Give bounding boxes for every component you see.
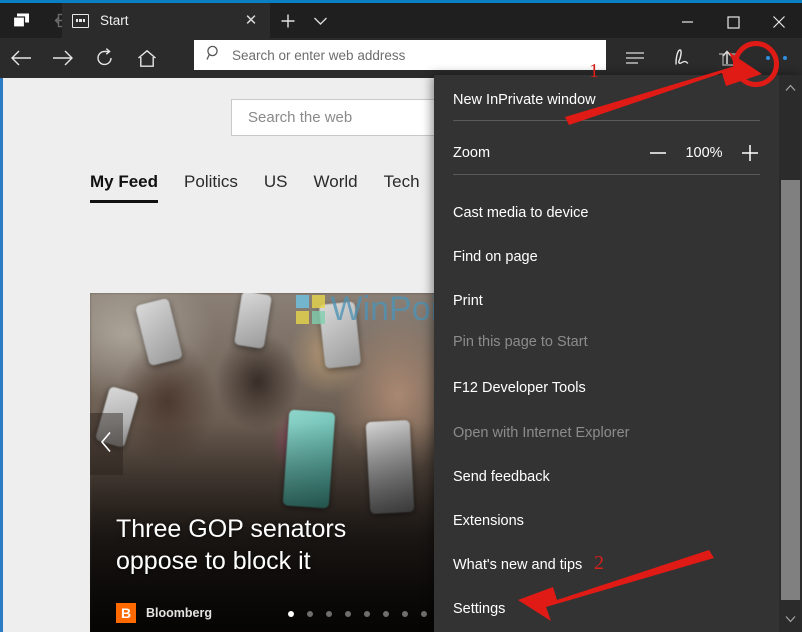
address-bar[interactable]: Search or enter web address: [194, 40, 606, 70]
menu-item-zoom: Zoom 100%: [434, 138, 779, 168]
menu-item-send-feedback[interactable]: Send feedback: [434, 462, 779, 492]
winpoin-watermark: WinPoin: [296, 290, 457, 329]
scrollbar-thumb[interactable]: [781, 180, 800, 600]
feed-nav-item-politics[interactable]: Politics: [184, 172, 238, 200]
zoom-value: 100%: [685, 145, 723, 161]
address-bar-placeholder: Search or enter web address: [232, 47, 406, 63]
chevron-down-icon[interactable]: [779, 606, 802, 632]
menu-item-pin-this-page-to-start: Pin this page to Start: [453, 334, 588, 350]
maximize-button[interactable]: [710, 6, 756, 38]
menu-item-print[interactable]: Print: [434, 286, 779, 316]
feed-nav-item-tech[interactable]: Tech: [384, 172, 420, 200]
title-bar: Start ✕: [0, 3, 802, 38]
feed-nav-item-world[interactable]: World: [314, 172, 358, 200]
close-button[interactable]: [756, 6, 802, 38]
toolbar-right-buttons: [612, 38, 802, 78]
search-icon: [206, 45, 222, 66]
more-dots-icon: [765, 56, 787, 60]
chevron-left-icon: [100, 431, 113, 458]
forward-button[interactable]: [42, 38, 84, 78]
menu-item-extensions[interactable]: Extensions: [434, 506, 779, 536]
hero-news-card[interactable]: Three GOP senators oppose to block it B …: [90, 293, 440, 632]
home-button[interactable]: [126, 38, 168, 78]
page-left-edge: [0, 78, 3, 632]
browser-tab[interactable]: Start ✕: [62, 3, 270, 38]
back-button[interactable]: [0, 38, 42, 78]
menu-item-open-with-internet-explorer: Open with Internet Explorer: [453, 425, 630, 441]
hero-source: B Bloomberg: [116, 603, 212, 623]
window-controls: [664, 6, 802, 38]
hero-carousel-dots[interactable]: [288, 611, 440, 617]
menu-item-settings[interactable]: Settings: [434, 594, 779, 624]
tab-dropdown-button[interactable]: [300, 3, 340, 38]
menu-separator-2: [453, 174, 760, 175]
zoom-label: Zoom: [453, 145, 491, 161]
menu-item-list: New InPrivate window Zoom 100% Cast medi…: [434, 75, 779, 632]
feed-nav: My Feed Politics US World Tech: [90, 172, 420, 212]
menu-item-find-on-page[interactable]: Find on page: [434, 242, 779, 272]
refresh-button[interactable]: [84, 38, 126, 78]
edge-browser-window: Start ✕ Search or enter web address Sear…: [0, 0, 802, 632]
share-button[interactable]: [704, 38, 750, 78]
hero-prev-button[interactable]: [90, 413, 123, 475]
bloomberg-logo-icon: B: [116, 603, 136, 623]
menu-separator-1: [453, 120, 760, 121]
menu-item-new-inprivate-window[interactable]: New InPrivate window: [434, 85, 779, 115]
tab-favicon-icon: [72, 13, 89, 28]
close-tab-button[interactable]: ✕: [238, 8, 264, 34]
zoom-increase-button[interactable]: [735, 144, 765, 162]
zoom-decrease-button[interactable]: [643, 148, 673, 158]
web-search-placeholder: Search the web: [248, 109, 353, 126]
menu-item-f12-developer-tools[interactable]: F12 Developer Tools: [434, 373, 779, 403]
chevron-up-icon[interactable]: [779, 75, 802, 101]
feed-nav-item-my-feed[interactable]: My Feed: [90, 172, 159, 203]
menu-item-whats-new-and-tips[interactable]: What's new and tips: [434, 550, 779, 580]
hero-gradient-overlay: [90, 293, 440, 632]
feed-nav-item-us[interactable]: US: [264, 172, 288, 200]
tab-title: Start: [100, 13, 129, 28]
menu-scrollbar[interactable]: [779, 75, 802, 632]
web-notes-pen-button[interactable]: [658, 38, 704, 78]
tab-preview-icon[interactable]: [0, 3, 42, 38]
hero-source-name: Bloomberg: [146, 606, 212, 620]
minimize-button[interactable]: [664, 6, 710, 38]
reading-view-button[interactable]: [612, 38, 658, 78]
winpoin-logo-icon: [296, 295, 325, 324]
hero-headline: Three GOP senators oppose to block it: [116, 515, 347, 575]
menu-item-cast-media-to-device[interactable]: Cast media to device: [434, 198, 779, 228]
edge-more-menu: New InPrivate window Zoom 100% Cast medi…: [434, 75, 802, 632]
more-actions-button[interactable]: [750, 38, 802, 78]
